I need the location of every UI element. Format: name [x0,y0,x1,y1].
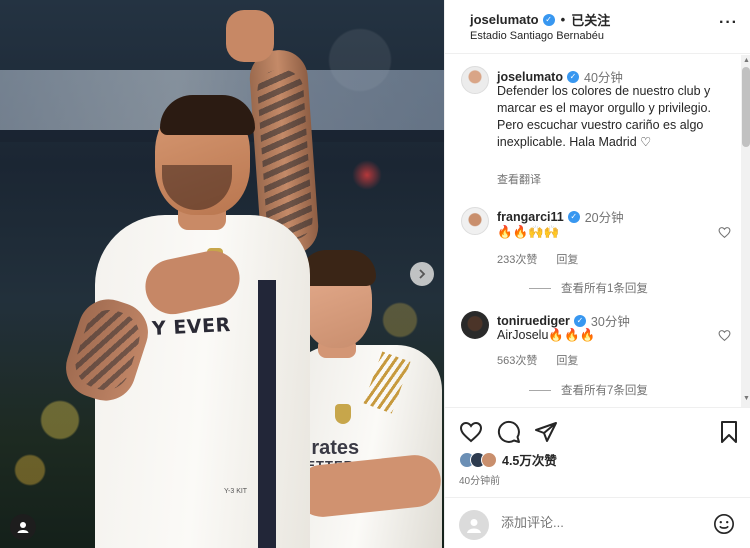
comments-list: joselumato ✓ 40分钟 Defender los colores d… [445,55,741,407]
chevron-right-icon [419,269,426,279]
comment-text: 🔥🔥🙌🙌 [497,225,560,239]
post-timestamp: 40分钟前 [459,476,501,487]
second-player-hair [300,250,376,286]
tagged-users-button[interactable] [10,514,36,540]
comment-likes[interactable]: 563次赞 [497,355,537,367]
more-options-button[interactable]: ··· [719,14,738,32]
caption-username[interactable]: joselumato [497,70,563,84]
comment-time: 30分钟 [590,315,630,329]
reply-button[interactable]: 回复 [556,254,578,266]
header-username[interactable]: joselumato [470,12,539,27]
scroll-down-icon[interactable]: ▼ [743,395,750,402]
separator-dot: • [560,12,566,27]
share-icon[interactable] [534,420,558,444]
raised-fist [226,10,274,62]
comment-meta: 233次赞 回复 [497,251,594,267]
view-replies-button[interactable]: 查看所有1条回复 [529,280,648,296]
heart-icon[interactable] [718,226,731,239]
shirt-side-stripe [258,280,276,548]
view-replies-label: 查看所有7条回复 [561,385,648,397]
player-hair [160,95,255,135]
user-tag-icon [17,522,29,533]
bookmark-icon[interactable] [717,420,741,444]
follow-status-button[interactable]: 已关注 [571,10,610,29]
replies-line [529,287,551,289]
add-comment-bar [445,497,750,548]
heart-icon[interactable] [459,420,483,444]
scroll-thumb[interactable] [742,67,750,147]
view-replies-button[interactable]: 查看所有7条回复 [529,382,648,398]
post-photo[interactable]: mirates BETTER Y EVER Y-3 KIT [0,0,444,548]
carousel-next-button[interactable] [410,262,434,286]
comments-scrollbar[interactable]: ▲ ▼ [741,55,750,407]
current-user-avatar [459,510,489,540]
user-icon [467,519,481,533]
emoji-icon[interactable] [713,513,735,535]
heart-icon[interactable] [718,329,731,342]
post-detail-panel: joselumato ✓ • 已关注 Estadio Santiago Bern… [444,0,750,548]
reply-button[interactable]: 回复 [556,355,578,367]
location-link[interactable]: Estadio Santiago Bernabéu [470,30,604,42]
comment-avatar[interactable] [461,207,489,235]
caption-text: Defender los colores de nuestro club y m… [497,84,711,149]
comment-time: 20分钟 [584,211,624,225]
translate-link[interactable]: 查看翻译 [497,174,541,186]
liker-avatar [481,451,497,468]
header-user-row: joselumato ✓ • 已关注 [470,10,610,29]
verified-icon: ✓ [567,210,580,223]
scroll-up-icon[interactable]: ▲ [743,57,750,64]
caption-avatar[interactable] [461,66,489,94]
comment-username[interactable]: frangarci11 [497,210,564,224]
verified-icon: ✓ [573,314,586,327]
likes-count[interactable]: 4.5万次赞 [502,450,557,469]
comment-likes[interactable]: 233次赞 [497,254,537,266]
comment-icon[interactable] [497,420,521,444]
comment-text: AirJoselu🔥🔥🔥 [497,328,596,342]
club-crest [335,404,351,424]
comment-input[interactable] [501,515,701,530]
comment-username[interactable]: toniruediger [497,314,570,328]
caption-translate: 查看翻译 [497,171,557,187]
jersey-small-text: Y-3 KIT [224,488,248,495]
replies-line [529,389,551,391]
verified-icon: ✓ [567,70,579,83]
view-replies-label: 查看所有1条回复 [561,283,648,295]
jersey-text: Y EVER [151,313,232,341]
post-actions: 4.5万次赞 40分钟前 [445,407,750,497]
more-icon: ··· [719,14,738,31]
likes-row[interactable]: 4.5万次赞 [459,450,557,469]
verified-icon: ✓ [542,13,555,26]
comment-avatar[interactable] [461,311,489,339]
comment-meta: 563次赞 回复 [497,352,594,368]
post-header: joselumato ✓ • 已关注 Estadio Santiago Bern… [445,0,750,54]
stadium-light [352,160,382,190]
